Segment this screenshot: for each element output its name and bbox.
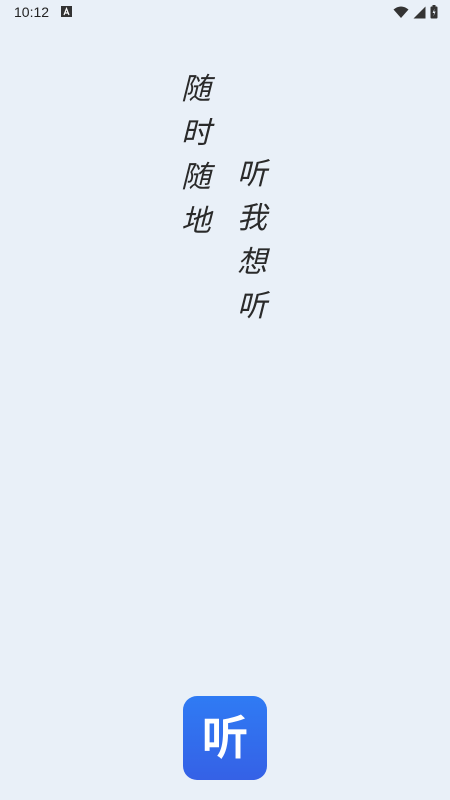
status-icons — [393, 5, 438, 19]
a-icon — [61, 6, 72, 17]
slogan-char: 想 — [237, 245, 267, 280]
app-logo-text: 听 — [202, 711, 248, 765]
slogan-char: 听 — [237, 157, 267, 192]
slogan-char: 听 — [237, 289, 267, 324]
slogan-char: 时 — [181, 116, 211, 151]
splash-screen: 10:12 随 时 随 地 听 我 想 听 听 — [0, 0, 450, 800]
slogan-char: 随 — [181, 160, 211, 195]
slogan-char: 地 — [181, 204, 211, 239]
slogan-right-column: 听 我 想 听 — [234, 153, 270, 329]
slogan-left-column: 随 时 随 地 — [178, 68, 214, 244]
status-time: 10:12 — [14, 4, 50, 20]
status-bar: 10:12 — [0, 0, 450, 26]
battery-icon — [430, 5, 438, 19]
slogan-char: 随 — [181, 72, 211, 107]
app-logo: 听 — [183, 696, 267, 780]
slogan-char: 我 — [237, 201, 267, 236]
wifi-icon — [393, 6, 409, 19]
signal-icon — [413, 6, 426, 19]
